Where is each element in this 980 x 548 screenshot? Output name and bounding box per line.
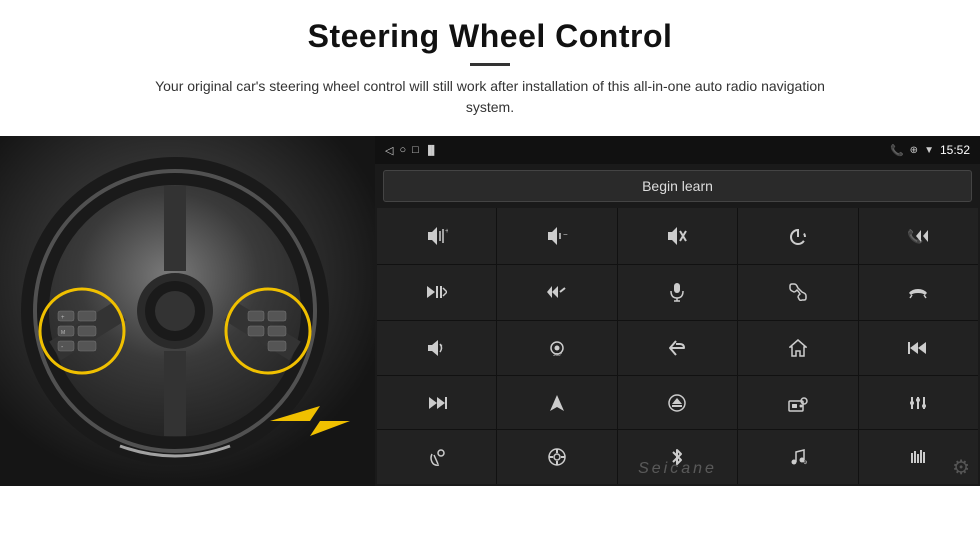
button-grid: + − <box>377 208 978 484</box>
gear-settings-btn[interactable]: ⚙ <box>952 455 970 480</box>
prev-track-icon <box>908 341 928 355</box>
music-icon: ⚙ <box>789 448 807 466</box>
camera-360-btn[interactable]: 360° <box>497 321 616 375</box>
svg-text:+: + <box>445 228 448 235</box>
radio-icon <box>788 394 808 412</box>
phone-prev-icon: 📞 <box>907 228 929 244</box>
mute-icon <box>666 227 688 245</box>
begin-learn-bar[interactable]: Begin learn <box>383 170 972 202</box>
skip-fwd-btn[interactable] <box>377 376 496 430</box>
call-btn[interactable] <box>738 265 857 321</box>
mic2-icon <box>429 448 445 466</box>
svg-text:!: ! <box>441 345 443 351</box>
svg-text:📞: 📞 <box>907 228 924 244</box>
wheel-svg: + M - <box>0 136 375 486</box>
content-row: + M - <box>0 136 980 548</box>
eject-icon <box>668 394 686 412</box>
call-icon <box>789 283 807 301</box>
vol-down-icon: − <box>546 227 568 245</box>
back-btn[interactable] <box>618 321 737 375</box>
home-icon <box>789 339 807 357</box>
home-nav-icon[interactable]: ○ <box>399 144 406 156</box>
statusbar-left: ◁ ○ □ ▐▌ <box>385 144 438 157</box>
prev-ff-btn[interactable] <box>497 265 616 321</box>
end-call-btn[interactable] <box>859 265 978 321</box>
eq-icon <box>909 395 927 411</box>
seicane-watermark: Seicane <box>638 460 717 478</box>
android-panel: ◁ ○ □ ▐▌ 📞 ⊕ ▼ 15:52 Begin learn <box>375 136 980 486</box>
header-section: Steering Wheel Control Your original car… <box>0 0 980 126</box>
mic-icon <box>669 282 685 302</box>
prev-ff-icon <box>547 284 567 300</box>
mic-btn[interactable] <box>618 265 737 321</box>
svg-text:⚙: ⚙ <box>803 460 807 466</box>
horn-btn[interactable]: ! <box>377 321 496 375</box>
vol-down-btn[interactable]: − <box>497 208 616 264</box>
back-nav-icon[interactable]: ◁ <box>385 144 393 157</box>
prev-track-btn[interactable] <box>859 321 978 375</box>
steering-wheel-bg: + M - <box>0 136 375 486</box>
skip-fwd-icon <box>427 396 447 410</box>
title-divider <box>470 63 510 66</box>
home-btn[interactable] <box>738 321 857 375</box>
vol-up-icon: + <box>426 227 448 245</box>
svg-text:360°: 360° <box>553 352 563 357</box>
time-display: 15:52 <box>940 143 970 157</box>
svg-text:+: + <box>61 315 65 321</box>
page-title: Steering Wheel Control <box>60 18 920 55</box>
phone-prev-btn[interactable]: 📞 <box>859 208 978 264</box>
location-icon: ⊕ <box>910 145 918 156</box>
levels-icon <box>909 449 927 465</box>
subtitle: Your original car's steering wheel contr… <box>140 76 840 118</box>
phone-icon: 📞 <box>890 144 904 157</box>
eq-btn[interactable] <box>859 376 978 430</box>
power-icon <box>788 226 808 246</box>
camera-360-icon: 360° <box>546 339 568 357</box>
settings2-btn[interactable] <box>497 430 616 484</box>
android-statusbar: ◁ ○ □ ▐▌ 📞 ⊕ ▼ 15:52 <box>375 136 980 164</box>
power-btn[interactable] <box>738 208 857 264</box>
svg-text:−: − <box>563 230 568 239</box>
back-icon <box>668 340 686 356</box>
nav-btn[interactable] <box>497 376 616 430</box>
skip-next-btn[interactable] <box>377 265 496 321</box>
radio-btn[interactable] <box>738 376 857 430</box>
statusbar-right: 📞 ⊕ ▼ 15:52 <box>890 143 970 157</box>
vol-up-btn[interactable]: + <box>377 208 496 264</box>
wifi-icon: ▼ <box>924 145 934 156</box>
horn-icon: ! <box>427 339 447 357</box>
svg-text:M: M <box>61 330 65 336</box>
photo-panel: + M - <box>0 136 375 486</box>
settings2-icon <box>548 448 566 466</box>
end-call-icon <box>908 285 928 299</box>
music-btn[interactable]: ⚙ <box>738 430 857 484</box>
signal-icon: ▐▌ <box>425 145 438 155</box>
recents-nav-icon[interactable]: □ <box>412 144 419 156</box>
nav-icon <box>549 394 565 412</box>
page-wrapper: Steering Wheel Control Your original car… <box>0 0 980 548</box>
mute-btn[interactable] <box>618 208 737 264</box>
mic2-btn[interactable] <box>377 430 496 484</box>
eject-btn[interactable] <box>618 376 737 430</box>
skip-next-icon <box>427 284 447 300</box>
